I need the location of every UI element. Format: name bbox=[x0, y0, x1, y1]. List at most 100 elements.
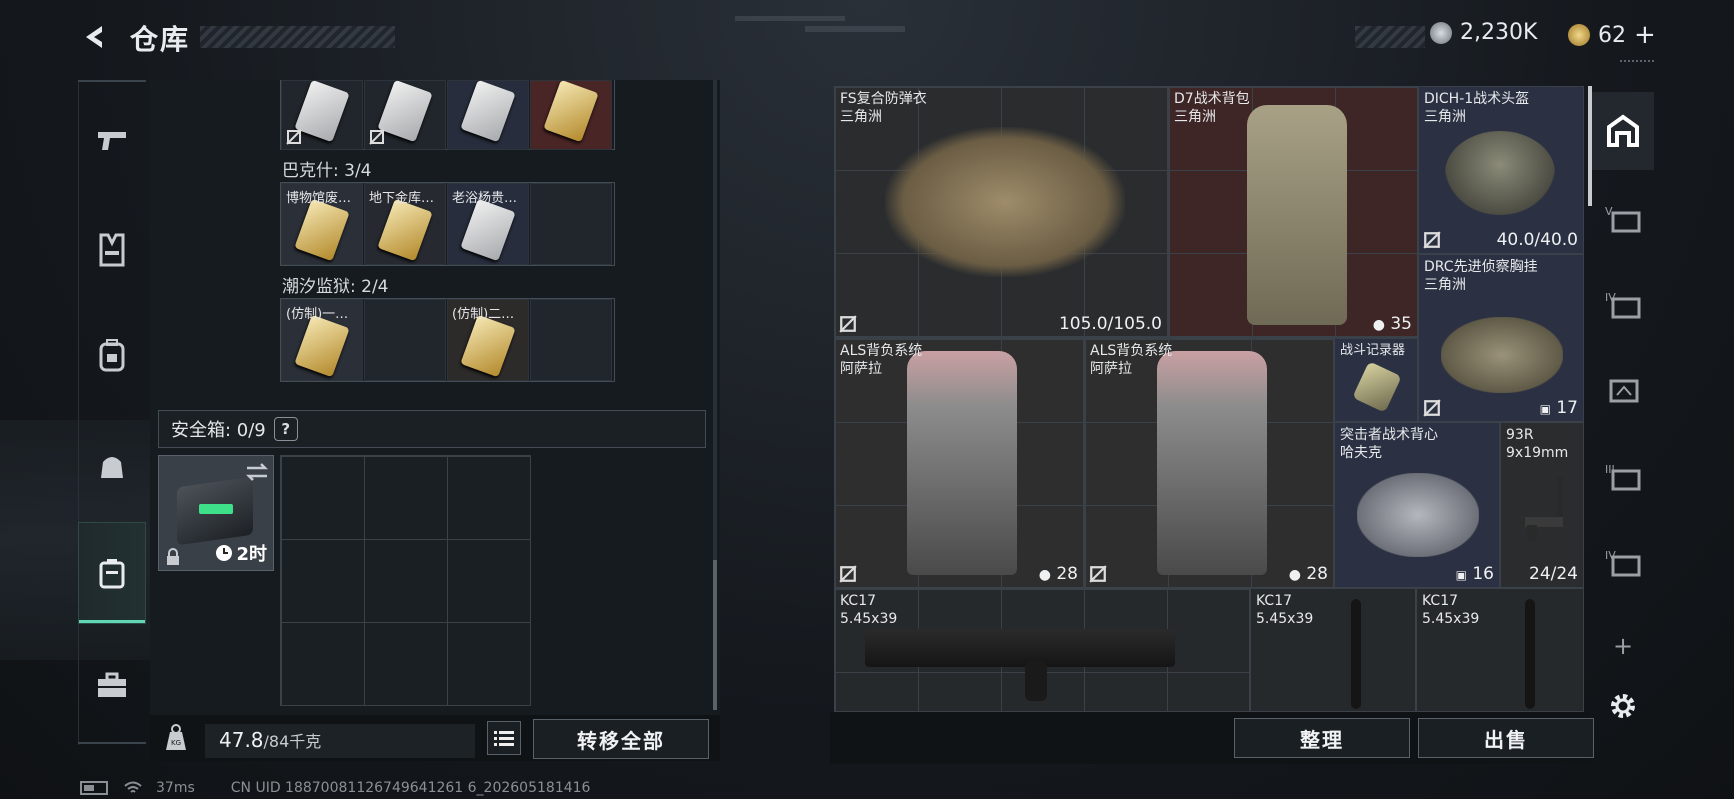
battery-icon bbox=[80, 781, 108, 795]
back-arrow-icon[interactable] bbox=[80, 22, 110, 52]
capacity: ▣ 17 bbox=[1539, 398, 1578, 418]
nav-weapons[interactable] bbox=[78, 95, 146, 185]
key-slot[interactable] bbox=[281, 79, 363, 150]
item-name: KC17 5.45x39 bbox=[840, 593, 898, 627]
safebox-timer: 2时 bbox=[215, 540, 267, 566]
add-stash-page-button[interactable]: + bbox=[1592, 616, 1654, 676]
add-currency-button[interactable]: + bbox=[1634, 20, 1656, 50]
top-decor bbox=[735, 16, 845, 21]
nav-stash-home[interactable] bbox=[1592, 92, 1654, 170]
item-name: D7战术背包 三角洲 bbox=[1174, 91, 1250, 125]
no-insurance-icon bbox=[839, 315, 857, 333]
key-slot[interactable]: 博物馆废… bbox=[281, 183, 363, 265]
nav-toolbox[interactable] bbox=[78, 640, 146, 730]
item-name: DICH-1战术头盔 三角洲 bbox=[1424, 91, 1530, 125]
chestrig-image bbox=[1441, 317, 1563, 393]
safebox-header: 安全箱: 0/9 ? bbox=[158, 410, 706, 448]
stash-item-pistol[interactable]: 93R 9x19mm 24/24 bbox=[1500, 422, 1584, 588]
bag-icon: ● bbox=[1288, 567, 1301, 583]
rifle-image bbox=[865, 629, 1175, 667]
stash-item-rifle[interactable]: KC17 5.45x39 bbox=[834, 588, 1250, 712]
nav-stash-page[interactable] bbox=[1592, 350, 1654, 430]
weight-current: 47.8 bbox=[219, 728, 264, 752]
key-group-row2: 博物馆废… 地下金库… 老浴杨贵… bbox=[280, 182, 615, 266]
key-group-row3: (仿制)一… (仿制)二… bbox=[280, 298, 615, 382]
item-name: 93R 9x19mm bbox=[1506, 427, 1569, 461]
nav-stash-v[interactable]: V bbox=[1592, 178, 1654, 258]
list-view-button[interactable] bbox=[487, 721, 521, 755]
currency-secondary[interactable]: 62 + bbox=[1568, 20, 1656, 50]
no-insurance-icon bbox=[369, 129, 385, 145]
stash-item-helmet[interactable]: DICH-1战术头盔 三角洲 40.0/40.0 bbox=[1418, 86, 1584, 254]
stash-item-armor[interactable]: FS复合防弹衣 三角洲 105.0/105.0 bbox=[834, 86, 1168, 338]
stash-item-recorder[interactable]: 战斗记录器 bbox=[1334, 338, 1418, 422]
nav-backpack[interactable] bbox=[78, 310, 146, 400]
key-slot[interactable] bbox=[530, 79, 612, 150]
item-name: KC17 5.45x39 bbox=[1422, 593, 1480, 627]
key-slot-empty[interactable] bbox=[364, 299, 446, 381]
swap-icon[interactable] bbox=[245, 462, 269, 482]
pouch-icon bbox=[101, 457, 123, 478]
als-image bbox=[1157, 351, 1267, 575]
stash-page-iv-icon: IV bbox=[1605, 549, 1641, 577]
gold-coin-icon bbox=[1568, 24, 1590, 46]
helmet-image bbox=[1445, 131, 1555, 215]
key-slot[interactable]: 地下金库… bbox=[364, 183, 446, 265]
key-card-icon bbox=[294, 314, 350, 378]
capacity: ● 28 bbox=[1288, 564, 1328, 584]
key-card-icon bbox=[294, 79, 350, 143]
svg-text:KG: KG bbox=[171, 739, 181, 747]
pistol-icon bbox=[98, 132, 126, 150]
vest-small-icon: ▣ bbox=[1455, 568, 1467, 582]
nav-pouch[interactable] bbox=[78, 420, 146, 510]
left-scroll-thumb[interactable] bbox=[713, 560, 717, 710]
clock-icon bbox=[216, 545, 233, 561]
als-image bbox=[907, 351, 1017, 575]
bag-icon: ● bbox=[1038, 567, 1051, 583]
nav-safebox[interactable] bbox=[78, 522, 146, 624]
transfer-all-button[interactable]: 转移全部 bbox=[533, 719, 709, 759]
status-footer: 37ms CN UID 18870081126749641261 6_20260… bbox=[80, 780, 590, 796]
stash-item-rifle[interactable]: KC17 5.45x39 bbox=[1416, 588, 1584, 712]
stash-item-als-2[interactable]: ALS背负系统 阿萨拉 ● 28 bbox=[1084, 338, 1334, 588]
ammo-count: 24/24 bbox=[1529, 564, 1578, 584]
capacity: ● 35 bbox=[1372, 314, 1412, 334]
stash-item-als-1[interactable]: ALS背负系统 阿萨拉 ● 28 bbox=[834, 338, 1084, 588]
nav-stash-iii[interactable]: III bbox=[1592, 436, 1654, 516]
key-slot[interactable]: (仿制)一… bbox=[281, 299, 363, 381]
rifle-image bbox=[1351, 599, 1361, 709]
stash-item-rifle[interactable]: KC17 5.45x39 bbox=[1250, 588, 1416, 712]
nav-vest[interactable] bbox=[78, 205, 146, 295]
capacity: ● 28 bbox=[1038, 564, 1078, 584]
key-slot-label: 地下金库… bbox=[369, 191, 435, 206]
key-card-icon bbox=[460, 198, 516, 262]
stash-item-chestrig[interactable]: DRC先进侦察胸挂 三角洲 ▣ 17 bbox=[1418, 254, 1584, 422]
nav-stash-iv[interactable]: IV bbox=[1592, 264, 1654, 344]
settings-button[interactable] bbox=[1592, 676, 1654, 736]
stash-item-vest[interactable]: 突击者战术背心 哈夫克 ▣ 16 bbox=[1334, 422, 1500, 588]
no-insurance-icon bbox=[1089, 565, 1107, 583]
no-insurance-icon bbox=[839, 565, 857, 583]
key-slot[interactable]: 老浴杨贵… bbox=[447, 183, 529, 265]
key-slot[interactable] bbox=[364, 79, 446, 150]
safebox-grid[interactable] bbox=[280, 455, 531, 706]
key-slot-label: 博物馆废… bbox=[286, 191, 352, 206]
sort-button[interactable]: 整理 bbox=[1234, 718, 1410, 758]
nav-stash-iv-2[interactable]: IV bbox=[1592, 522, 1654, 602]
safebox-item[interactable]: 2时 bbox=[158, 455, 274, 571]
safebox-light bbox=[199, 504, 233, 514]
item-name: DRC先进侦察胸挂 三角洲 bbox=[1424, 259, 1538, 293]
key-slot[interactable]: (仿制)二… bbox=[447, 299, 529, 381]
item-name: FS复合防弹衣 三角洲 bbox=[840, 91, 927, 125]
key-slot-empty[interactable] bbox=[530, 183, 612, 265]
key-group-row1 bbox=[280, 79, 615, 150]
key-slot[interactable] bbox=[447, 79, 529, 150]
sell-button[interactable]: 出售 bbox=[1418, 718, 1594, 758]
ping-value: 37ms bbox=[156, 780, 195, 796]
key-slot-empty[interactable] bbox=[530, 299, 612, 381]
item-name: ALS背负系统 阿萨拉 bbox=[840, 343, 923, 377]
armor-image bbox=[885, 127, 1125, 277]
help-button[interactable]: ? bbox=[273, 417, 298, 441]
item-name: 突击者战术背心 哈夫克 bbox=[1340, 427, 1438, 461]
stash-item-backpack[interactable]: D7战术背包 三角洲 ● 35 bbox=[1168, 86, 1418, 338]
